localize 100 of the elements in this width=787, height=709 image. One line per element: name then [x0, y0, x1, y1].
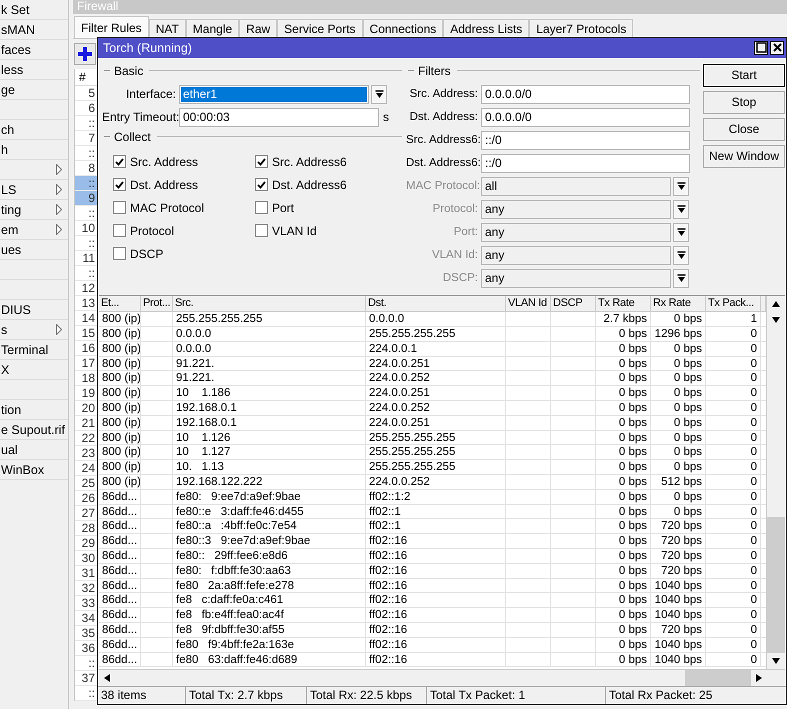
table-cell: 0.0.0.0: [173, 327, 366, 342]
group-title: Collect: [114, 130, 151, 144]
checkbox[interactable]: [255, 224, 268, 238]
sidebar-item[interactable]: X: [0, 362, 10, 376]
tab[interactable]: Address Lists: [443, 19, 530, 38]
column-header[interactable]: Rx Rate: [651, 296, 706, 312]
field-label: Dst. Address6:: [406, 157, 481, 170]
tab[interactable]: Filter Rules: [74, 16, 149, 38]
input-field[interactable]: ::/0: [481, 130, 690, 150]
horizontal-scrollbar[interactable]: [99, 669, 785, 686]
dropdown-button[interactable]: [673, 268, 689, 288]
column-header[interactable]: DSCP: [551, 296, 596, 312]
dropdown-button[interactable]: [673, 200, 689, 219]
sidebar-item[interactable]: ting: [0, 202, 22, 216]
sidebar-item[interactable]: WinBox: [0, 462, 44, 476]
tab[interactable]: Connections: [362, 19, 444, 38]
sidebar-item[interactable]: less: [0, 62, 24, 76]
field-label: Src. Address:: [408, 88, 479, 100]
scrollbar-thumb[interactable]: [685, 670, 751, 686]
table-row[interactable]: ::: [75, 176, 97, 191]
checkbox[interactable]: [113, 247, 126, 260]
sidebar-item[interactable]: ual: [0, 442, 18, 456]
tab[interactable]: NAT: [148, 19, 186, 38]
sidebar-item[interactable]: tion: [0, 402, 22, 416]
sidebar-item[interactable]: ge: [0, 82, 15, 96]
column-header[interactable]: Prot...: [141, 296, 173, 312]
sidebar-item[interactable]: s: [0, 322, 8, 336]
dropdown-button[interactable]: [673, 176, 689, 196]
table-cell: 0 bps: [651, 416, 706, 431]
dropdown-button[interactable]: [673, 222, 689, 242]
checkbox[interactable]: [113, 224, 126, 238]
checkbox[interactable]: [113, 155, 126, 168]
sidebar-item[interactable]: sMAN: [0, 22, 36, 36]
scrollbar-thumb[interactable]: [767, 517, 785, 654]
vertical-scrollbar[interactable]: [766, 296, 785, 670]
checkbox-label: DSCP: [130, 246, 164, 261]
table-cell: [551, 371, 596, 386]
table-cell: [141, 593, 173, 608]
table-cell: 0 bps: [651, 371, 706, 386]
action-button[interactable]: Start: [703, 64, 785, 87]
input-field[interactable]: ::/0: [481, 154, 690, 173]
column-header[interactable]: Tx Rate: [596, 296, 651, 312]
arrow-down-icon[interactable]: [772, 317, 780, 324]
sidebar-item[interactable]: faces: [0, 42, 31, 56]
column-header[interactable]: VLAN Id: [506, 296, 551, 312]
interface-dropdown[interactable]: ether1: [179, 84, 369, 104]
checkbox[interactable]: [255, 155, 268, 168]
action-button[interactable]: New Window: [703, 144, 785, 168]
action-button[interactable]: Close: [703, 118, 785, 141]
action-button[interactable]: Stop: [703, 90, 785, 114]
column-header[interactable]: Dst.: [366, 296, 506, 312]
table-cell: 0 bps: [596, 386, 651, 401]
checkbox[interactable]: [255, 201, 268, 214]
table-cell: 800 (ip): [99, 356, 141, 372]
column-header[interactable]: Tx Pack...: [706, 296, 761, 312]
table-cell: 0: [706, 401, 761, 416]
input-field[interactable]: 0.0.0.0/0: [481, 84, 690, 104]
status-text: Total Tx: 2.7 kbps: [186, 687, 307, 704]
table-cell: 0 bps: [651, 430, 706, 446]
table-cell: [141, 312, 173, 328]
table-cell: 0: [706, 622, 761, 638]
table-cell: 1040 bps: [651, 593, 706, 608]
tab[interactable]: Raw: [239, 19, 278, 38]
arrow-left-icon[interactable]: [104, 674, 110, 682]
sidebar-item[interactable]: em: [0, 222, 18, 236]
checkbox[interactable]: [113, 178, 126, 192]
maximize-button[interactable]: [754, 40, 768, 55]
sidebar-item[interactable]: ch: [0, 122, 14, 136]
sidebar-item[interactable]: DIUS: [0, 302, 31, 316]
sidebar-item[interactable]: e Supout.rif: [0, 422, 65, 436]
table-cell: [551, 416, 596, 431]
column-header[interactable]: Et...: [99, 296, 141, 312]
table-cell: 0 bps: [596, 519, 651, 534]
add-button[interactable]: [74, 43, 96, 65]
table-cell: 224.0.0.252: [366, 401, 506, 416]
input-field[interactable]: 0.0.0.0/0: [481, 108, 690, 127]
sidebar-item[interactable]: LS: [0, 182, 16, 196]
arrow-up-icon[interactable]: [772, 301, 780, 308]
column-header[interactable]: Src.: [173, 296, 366, 312]
checkbox[interactable]: [113, 201, 126, 214]
column-header[interactable]: #: [79, 70, 86, 84]
arrow-down-icon[interactable]: [772, 658, 780, 664]
tab[interactable]: Layer7 Protocols: [529, 19, 634, 38]
input-field[interactable]: 00:00:03: [179, 108, 379, 127]
close-button[interactable]: [770, 40, 784, 55]
table-cell: 0 bps: [596, 608, 651, 623]
sidebar-item[interactable]: k Set: [0, 2, 30, 16]
table-row[interactable]: 9: [75, 191, 97, 206]
dropdown-button[interactable]: [371, 84, 387, 104]
dropdown-button[interactable]: [673, 246, 689, 265]
table-cell: 0 bps: [596, 622, 651, 638]
arrow-right-icon[interactable]: [756, 674, 762, 682]
table-cell: 0 bps: [596, 371, 651, 386]
tab[interactable]: Mangle: [186, 19, 240, 38]
checkbox[interactable]: [255, 178, 268, 192]
table-cell: [506, 534, 551, 549]
tab[interactable]: Service Ports: [277, 19, 363, 38]
sidebar-item[interactable]: ues: [0, 242, 22, 256]
sidebar-item[interactable]: Terminal: [0, 342, 48, 356]
sidebar-item[interactable]: h: [0, 142, 8, 156]
